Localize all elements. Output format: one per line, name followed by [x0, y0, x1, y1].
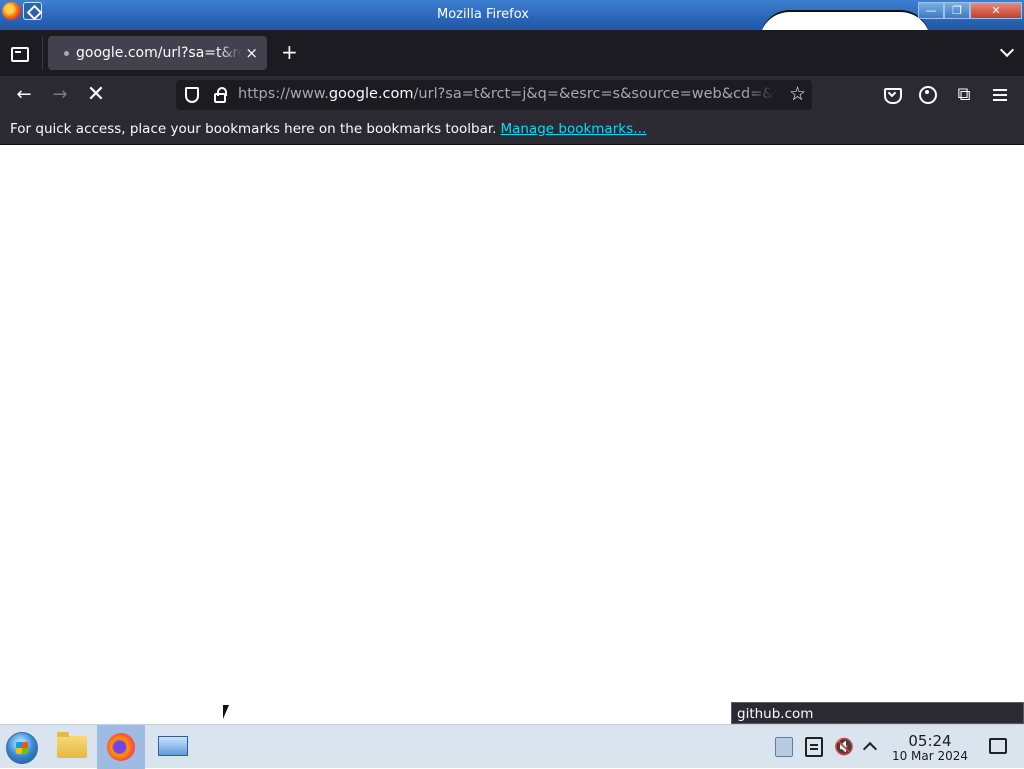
minimize-button[interactable]: — [918, 2, 944, 19]
url-text[interactable]: https://www.google.com/url?sa=t&rct=j&q=… [238, 86, 776, 102]
list-all-tabs-chevron-icon[interactable] [999, 42, 1015, 58]
new-tab-button[interactable]: + [281, 42, 298, 62]
stop-loading-button[interactable]: ✕ [84, 83, 108, 107]
extensions-icon[interactable]: ⧉ [953, 84, 975, 106]
taskbar: 🔇 05:24 10 Mar 2024 [0, 724, 1024, 769]
close-window-button[interactable]: ✕ [970, 2, 1022, 19]
tab-separator [42, 36, 43, 70]
clipboard-tray-icon[interactable] [805, 737, 823, 757]
manage-bookmarks-link[interactable]: Manage bookmarks… [500, 121, 646, 137]
tab-overview-icon[interactable] [8, 42, 30, 64]
volume-muted-icon[interactable]: 🔇 [834, 737, 854, 757]
system-clock[interactable]: 05:24 10 Mar 2024 [888, 733, 972, 763]
show-desktop-icon[interactable] [989, 738, 1007, 754]
tab-strip: google.com/url?sa=t&rct=j&q=&esrc=s&sour… [0, 30, 1024, 76]
url-bar[interactable]: https://www.google.com/url?sa=t&rct=j&q=… [176, 80, 812, 110]
mouse-cursor-icon [223, 705, 229, 719]
account-icon[interactable] [917, 84, 939, 106]
window-titlebar[interactable]: Mozilla Firefox — ❐ ✕ [0, 0, 1024, 30]
window-title: Mozilla Firefox [437, 7, 529, 22]
forward-button[interactable]: → [48, 83, 72, 107]
updates-tray-icon[interactable] [775, 737, 793, 757]
tab-google-redirect[interactable]: google.com/url?sa=t&rct=j&q=&esrc=s&sour… [48, 36, 267, 70]
show-hidden-icons-chevron-icon[interactable] [863, 741, 877, 755]
page-content[interactable] [0, 145, 1024, 724]
url-suffix: /url?sa=t&rct=j&q=&esrc=s&source=web&cd=… [413, 86, 776, 102]
pocket-icon[interactable] [881, 84, 903, 106]
loading-dot-icon [64, 50, 69, 56]
monitor-icon [158, 736, 188, 756]
taskbar-system-settings[interactable] [149, 725, 197, 769]
navigation-toolbar: ← → ✕ https://www.google.com/url?sa=t&rc… [0, 76, 1024, 114]
maximize-button[interactable]: ❐ [944, 2, 970, 19]
taskbar-file-manager[interactable] [48, 725, 96, 769]
url-domain: google.com [328, 86, 414, 102]
taskbar-firefox[interactable] [97, 725, 145, 769]
url-prefix: https://www. [238, 86, 329, 102]
folder-icon [57, 732, 87, 758]
bookmarks-empty-message: For quick access, place your bookmarks h… [10, 121, 497, 137]
start-button[interactable] [0, 725, 48, 769]
clock-date: 10 Mar 2024 [891, 749, 969, 763]
tab-label: google.com/url?sa=t&rct=j&q=&esrc=s&sour… [76, 45, 242, 61]
clock-time: 05:24 [908, 732, 952, 750]
hamburger-menu-icon[interactable] [989, 84, 1011, 106]
firefox-icon [107, 733, 135, 761]
back-button[interactable]: ← [12, 83, 36, 107]
link-status-tooltip: github.com [731, 702, 1024, 724]
shield-icon[interactable] [185, 87, 199, 103]
close-tab-icon[interactable]: × [245, 44, 258, 62]
window-controls: — ❐ ✕ [918, 2, 1022, 19]
lock-icon[interactable] [214, 87, 227, 103]
bookmarks-toolbar: For quick access, place your bookmarks h… [0, 114, 1024, 145]
bookmark-star-icon[interactable]: ☆ [789, 83, 806, 105]
start-orb-icon [6, 732, 38, 764]
